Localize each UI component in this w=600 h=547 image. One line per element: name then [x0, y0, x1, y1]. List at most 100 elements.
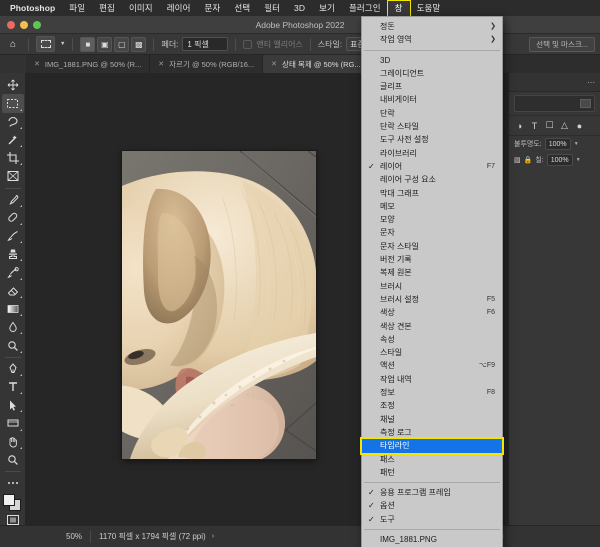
color-swatches[interactable]	[3, 494, 23, 510]
menu-item-10[interactable]: 플러그인	[342, 1, 388, 16]
record-icon[interactable]: ●	[574, 121, 585, 131]
lasso-tool[interactable]	[2, 113, 24, 131]
window-menu-item-IMG_1881.PNG[interactable]: IMG_1881.PNG	[362, 533, 502, 546]
window-menu-item-정돈[interactable]: 정돈❯	[362, 20, 502, 33]
window-menu-item-스타일[interactable]: 스타일	[362, 346, 502, 359]
lock-transparent-icon[interactable]: ▧	[514, 156, 521, 164]
window-menu-item-메모[interactable]: 메모	[362, 200, 502, 213]
chevron-down-icon[interactable]: ▼	[60, 41, 65, 47]
object-selection-tool[interactable]	[2, 131, 24, 149]
window-menu-item-레이어[interactable]: ✓레이어F7	[362, 160, 502, 173]
clone-stamp-tool[interactable]	[2, 245, 24, 263]
menu-item-8[interactable]: 3D	[287, 1, 312, 16]
window-menu-item-작업 영역[interactable]: 작업 영역❯	[362, 33, 502, 46]
intersect-selection-icon[interactable]: ▩	[131, 37, 146, 52]
window-menu-item-레이어 구성 요소[interactable]: 레이어 구성 요소	[362, 173, 502, 186]
window-menu-item-글리프[interactable]: 글리프	[362, 80, 502, 93]
crop-tool[interactable]	[2, 149, 24, 167]
select-and-mask-button[interactable]: 선택 및 마스크...	[529, 37, 595, 52]
rectangular-marquee-icon[interactable]	[36, 36, 55, 52]
window-menu-item-패스[interactable]: 패스	[362, 453, 502, 466]
window-menu-item-문자[interactable]: 문자	[362, 226, 502, 239]
window-menu-dropdown[interactable]: 정돈❯작업 영역❯ 3D그레이디언트글리프내비게이터단락단락 스타일도구 사전 설…	[361, 16, 503, 547]
history-brush-tool[interactable]	[2, 263, 24, 281]
window-menu-item-측정 로그[interactable]: 측정 로그	[362, 426, 502, 439]
window-menu-item-도구 사전 설정[interactable]: 도구 사전 설정	[362, 133, 502, 146]
menu-item-1[interactable]: 파일	[62, 1, 92, 16]
menu-item-5[interactable]: 문자	[198, 1, 228, 16]
subtract-from-selection-icon[interactable]: ▢	[114, 37, 129, 52]
window-menu-item-단락 스타일[interactable]: 단락 스타일	[362, 120, 502, 133]
window-menu-item-브러시[interactable]: 브러시	[362, 280, 502, 293]
add-to-selection-icon[interactable]: ▣	[97, 37, 112, 52]
document-tab-0[interactable]: ✕IMG_1881.PNG @ 50% (R...	[26, 55, 150, 73]
edit-toolbar-tool[interactable]	[2, 474, 24, 492]
feather-input[interactable]: 1 픽셀	[182, 37, 228, 51]
window-menu-item-내비게이터[interactable]: 내비게이터	[362, 93, 502, 106]
window-menu-item-액션[interactable]: 액션⌥F9	[362, 359, 502, 372]
mask-icon[interactable]: △	[559, 120, 570, 131]
hand-tool[interactable]	[2, 433, 24, 451]
frame-tool[interactable]	[2, 167, 24, 185]
close-icon[interactable]: ✕	[158, 60, 164, 68]
chevron-down-icon[interactable]: ▼	[574, 141, 579, 147]
window-menu-item-라이브러리[interactable]: 라이브러리	[362, 147, 502, 160]
panel-menu-icon[interactable]: ⋯	[587, 78, 596, 87]
window-menu-item-정보[interactable]: 정보F8	[362, 386, 502, 399]
antialias-checkbox[interactable]	[243, 40, 252, 49]
document-tab-1[interactable]: ✕자르기 @ 50% (RGB/16...	[150, 55, 263, 73]
close-icon[interactable]: ✕	[271, 60, 277, 68]
menu-item-4[interactable]: 레이어	[160, 1, 198, 16]
document-window[interactable]	[122, 151, 316, 459]
window-menu-item-그레이디언트[interactable]: 그레이디언트	[362, 67, 502, 80]
window-menu-item-속성[interactable]: 속성	[362, 333, 502, 346]
menu-item-9[interactable]: 보기	[312, 1, 342, 16]
rectangular-marquee-tool[interactable]	[2, 94, 24, 112]
pen-tool[interactable]	[2, 360, 24, 378]
blur-tool[interactable]	[2, 318, 24, 336]
window-menu-item-버전 기록[interactable]: 버전 기록	[362, 253, 502, 266]
status-expand-icon[interactable]: ›	[212, 533, 214, 540]
lock-group[interactable]: ▧ 🔒	[514, 156, 532, 164]
window-menu-item-색상[interactable]: 색상F6	[362, 306, 502, 319]
menu-item-12[interactable]: 도움말	[410, 1, 448, 16]
menu-item-6[interactable]: 선택	[227, 1, 257, 16]
window-menu-item-단락[interactable]: 단락	[362, 107, 502, 120]
spot-healing-brush-tool[interactable]	[2, 209, 24, 227]
layers-list[interactable]	[509, 168, 600, 525]
window-menu-item-모양[interactable]: 모양	[362, 213, 502, 226]
window-menu-item-패턴[interactable]: 패턴	[362, 466, 502, 479]
fill-value[interactable]: 100%	[547, 154, 573, 166]
window-menu-item-조정[interactable]: 조정	[362, 399, 502, 412]
window-menu-item-도구[interactable]: ✓도구	[362, 513, 502, 526]
eyedropper-tool[interactable]	[2, 190, 24, 208]
window-menu-item-응용 프로그램 프레임[interactable]: ✓응용 프로그램 프레임	[362, 486, 502, 499]
move-tool[interactable]	[2, 76, 24, 94]
window-menu-item-문자 스타일[interactable]: 문자 스타일	[362, 240, 502, 253]
menu-item-11[interactable]: 창	[388, 1, 410, 16]
window-menu-item-작업 내역[interactable]: 작업 내역	[362, 373, 502, 386]
window-menu-item-막대 그래프[interactable]: 막대 그래프	[362, 187, 502, 200]
menu-item-photoshop[interactable]: Photoshop	[6, 1, 62, 16]
window-menu-item-복제 원본[interactable]: 복제 원본	[362, 266, 502, 279]
selection-mode-group[interactable]: ■ ▣ ▢ ▩	[80, 37, 146, 52]
rectangle-tool[interactable]	[2, 414, 24, 432]
window-menu-item-옵션[interactable]: ✓옵션	[362, 499, 502, 512]
layer-kind-filter-row[interactable]: ◑ T ☐ △ ●	[509, 115, 600, 136]
adjustment-icon[interactable]: ◑	[514, 121, 525, 131]
path-selection-tool[interactable]	[2, 396, 24, 414]
window-menu-item-3D[interactable]: 3D	[362, 54, 502, 67]
type-icon[interactable]: T	[529, 121, 540, 131]
lock-all-icon[interactable]: 🔒	[524, 156, 533, 164]
window-menu-item-타임라인[interactable]: 타임라인	[362, 439, 502, 452]
panel-collapse-strip[interactable]: ⋯	[509, 73, 600, 92]
gradient-tool[interactable]	[2, 300, 24, 318]
window-menu-item-채널[interactable]: 채널	[362, 413, 502, 426]
chevron-down-icon[interactable]: ▼	[576, 157, 581, 163]
close-icon[interactable]: ✕	[34, 60, 40, 68]
menu-item-7[interactable]: 필터	[257, 1, 287, 16]
document-tab-2[interactable]: ✕상태 복제 @ 50% (RG...	[263, 55, 369, 73]
home-icon[interactable]: ⌂	[5, 37, 21, 52]
horizontal-type-tool[interactable]	[2, 378, 24, 396]
eraser-tool[interactable]	[2, 282, 24, 300]
